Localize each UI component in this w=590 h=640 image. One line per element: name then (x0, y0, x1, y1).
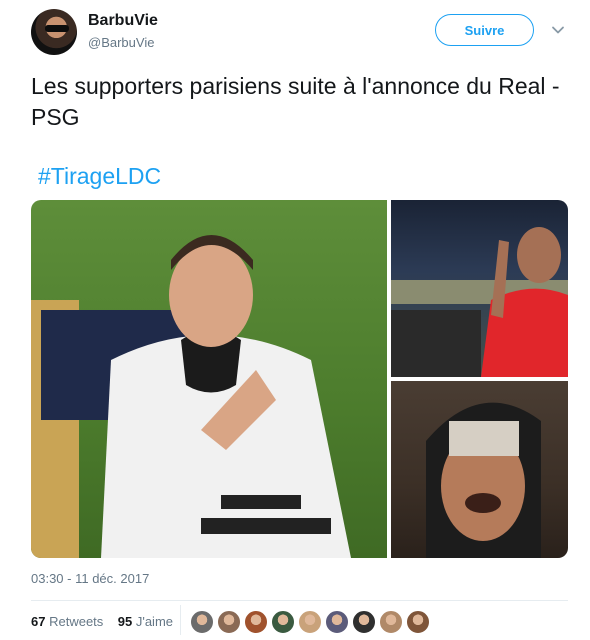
liker-avatar[interactable] (325, 610, 349, 634)
liker-avatar[interactable] (379, 610, 403, 634)
liker-avatar[interactable] (217, 610, 241, 634)
divider (31, 600, 568, 601)
media-photo-main[interactable] (31, 200, 387, 558)
liker-avatar[interactable] (298, 610, 322, 634)
retweets-count: 67 (31, 614, 46, 629)
likes-stat[interactable]: 95 J'aime (118, 614, 173, 629)
liker-avatar[interactable] (406, 610, 430, 634)
media-photo-top-right[interactable] (391, 200, 568, 377)
tweet-text: Les supporters parisiens suite à l'annon… (31, 73, 560, 130)
liker-avatar[interactable] (190, 610, 214, 634)
retweets-stat[interactable]: 67 Retweets (31, 614, 103, 629)
likes-count: 95 (117, 614, 133, 629)
author-avatar[interactable] (31, 9, 77, 55)
tweet-timestamp[interactable]: 03:30 - 11 déc. 2017 (31, 571, 149, 586)
stats-separator (180, 605, 181, 635)
liker-avatar[interactable] (271, 610, 295, 634)
author-handle[interactable]: @BarbuVie (88, 35, 154, 50)
tweet-media-grid (31, 200, 568, 558)
retweets-label: Retweets (49, 614, 104, 629)
hashtag-link[interactable]: #TirageLDC (38, 163, 161, 190)
media-photo-bottom-right[interactable] (391, 381, 568, 558)
tweet-stats: 67 Retweets 95 J'aime (31, 614, 173, 629)
follow-button[interactable]: Suivre (435, 14, 534, 46)
chevron-down-icon[interactable] (551, 23, 565, 37)
likes-label: J'aime (135, 614, 174, 629)
avatar-sunglasses (45, 25, 69, 32)
liker-avatar[interactable] (352, 610, 376, 634)
author-name[interactable]: BarbuVie (88, 12, 158, 30)
liker-avatar[interactable] (244, 610, 268, 634)
